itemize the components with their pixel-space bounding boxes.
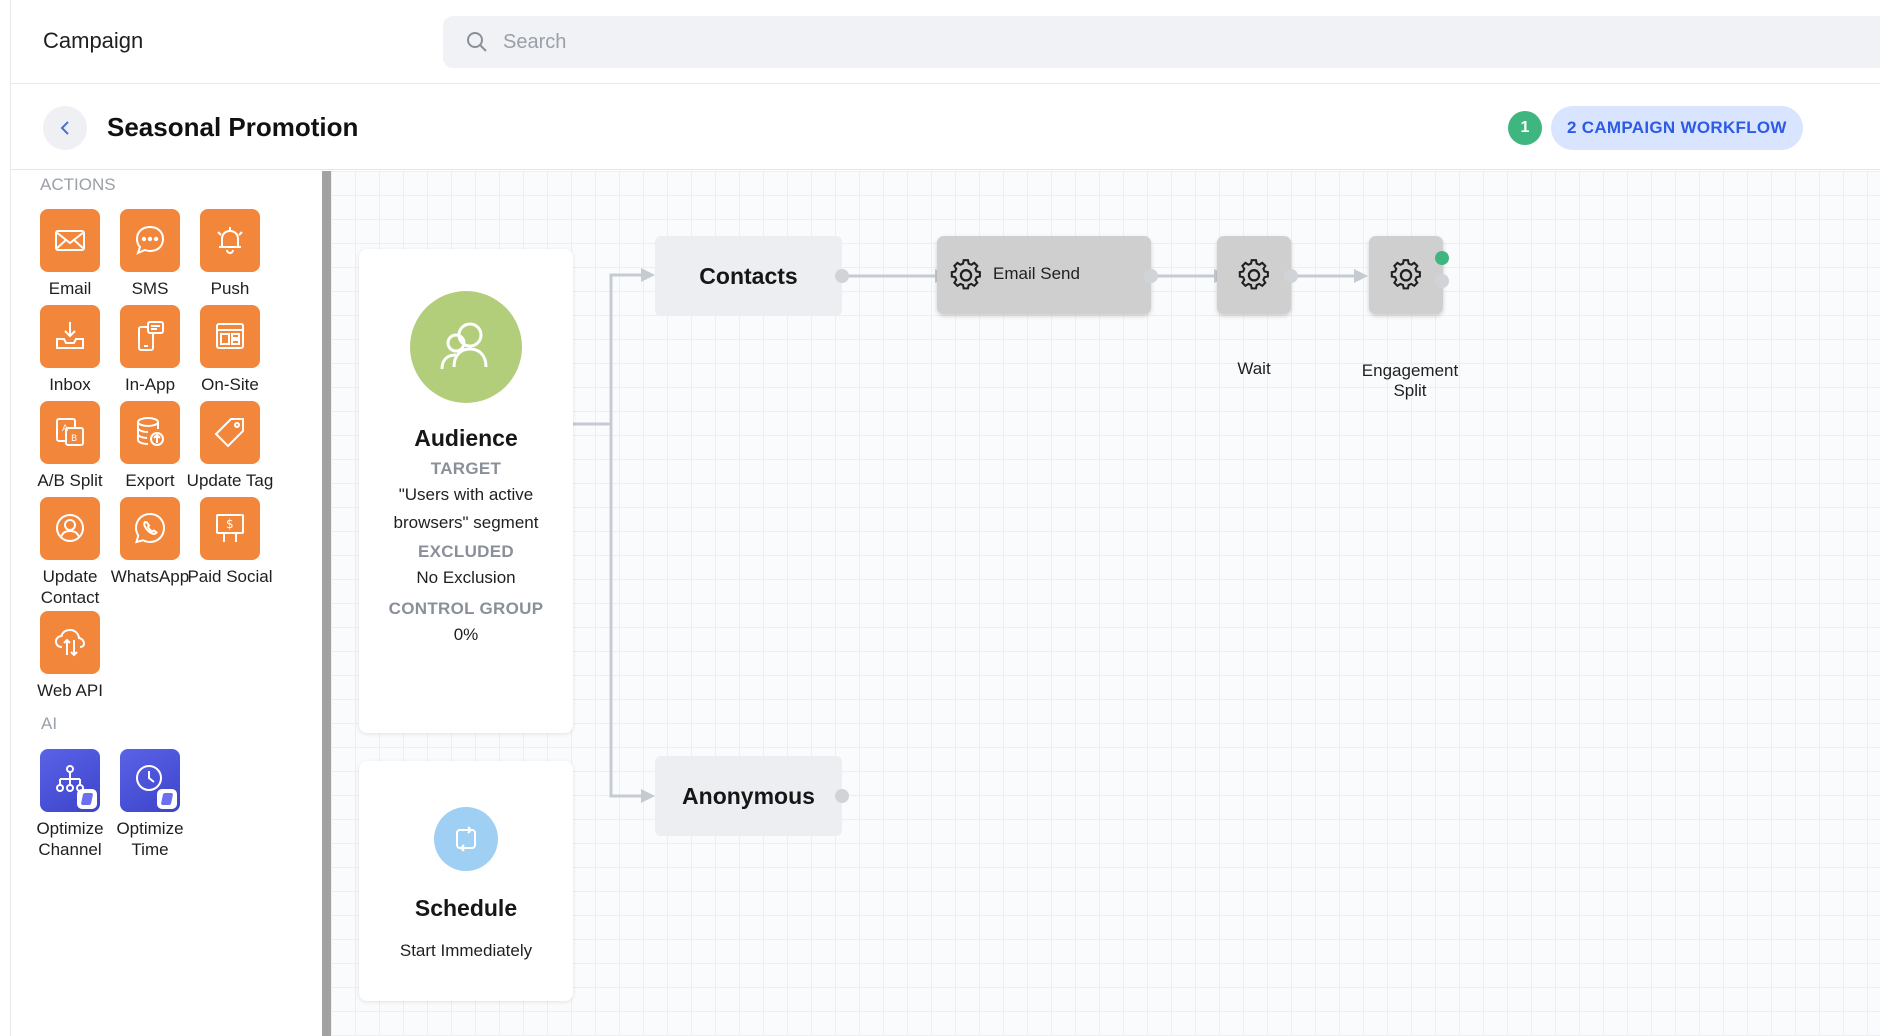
tag-icon bbox=[200, 401, 260, 464]
ai-sparkle-icon bbox=[157, 789, 177, 809]
ai-sparkle-icon bbox=[77, 789, 97, 809]
audience-users-icon bbox=[410, 291, 522, 403]
engagement-split-label: Engagement Split bbox=[1361, 361, 1459, 400]
sidebar-scrollbar[interactable] bbox=[322, 171, 331, 1036]
schedule-title: Schedule bbox=[414, 895, 518, 921]
email-send-label: Email Send bbox=[993, 264, 1080, 283]
workflow-canvas[interactable]: Audience TARGET "Users with active brows… bbox=[331, 171, 1880, 1036]
wait-output-port[interactable] bbox=[1284, 269, 1298, 283]
page-header: Seasonal Promotion 1 2 CAMPAIGN WORKFLOW bbox=[11, 85, 1880, 170]
action-on-site[interactable]: On-Site bbox=[182, 305, 278, 395]
anonymous-output-port[interactable] bbox=[835, 789, 849, 803]
email-send-node[interactable]: Email Send bbox=[937, 236, 1151, 314]
audience-card[interactable]: Audience TARGET "Users with active brows… bbox=[359, 249, 573, 733]
control-group-label: CONTROL GROUP bbox=[388, 599, 544, 618]
search-box[interactable] bbox=[443, 16, 1880, 68]
page-title: Seasonal Promotion bbox=[107, 112, 359, 142]
excluded-label: EXCLUDED bbox=[418, 542, 514, 561]
svg-text:B: B bbox=[71, 434, 77, 444]
clock-icon bbox=[120, 749, 180, 812]
top-bar: Campaign bbox=[11, 0, 1880, 84]
engagement-split-node[interactable] bbox=[1369, 236, 1443, 314]
search-input[interactable] bbox=[503, 16, 1403, 68]
step-badge: 1 bbox=[1508, 111, 1542, 145]
browser-layout-icon bbox=[200, 305, 260, 368]
action-label: Optimize Time bbox=[116, 819, 184, 859]
wait-label: Wait bbox=[1237, 359, 1271, 378]
target-label: TARGET bbox=[430, 459, 502, 478]
actions-sidebar: ACTIONS Email SMS Push Inbox In-App On-S… bbox=[11, 171, 323, 1036]
hierarchy-icon bbox=[40, 749, 100, 812]
bell-icon bbox=[200, 209, 260, 272]
billboard-dollar-icon: $ bbox=[200, 497, 260, 560]
action-label: Push bbox=[210, 279, 250, 298]
phone-message-icon bbox=[120, 305, 180, 368]
action-label: Web API bbox=[37, 681, 103, 700]
cloud-transfer-icon bbox=[40, 611, 100, 674]
actions-heading: ACTIONS bbox=[40, 175, 116, 194]
chat-bubble-icon bbox=[120, 209, 180, 272]
gear-icon bbox=[950, 259, 981, 290]
svg-text:A: A bbox=[62, 424, 69, 434]
excluded-value: No Exclusion bbox=[416, 568, 516, 587]
back-button[interactable] bbox=[43, 106, 87, 150]
action-web-api[interactable]: Web API bbox=[22, 611, 118, 701]
schedule-value: Start Immediately bbox=[399, 941, 533, 960]
email-send-output-port[interactable] bbox=[1144, 269, 1158, 283]
inbox-tray-icon bbox=[40, 305, 100, 368]
schedule-card[interactable]: Schedule Start Immediately bbox=[359, 761, 573, 1001]
chevron-left-icon bbox=[60, 121, 69, 135]
action-update-tag[interactable]: Update Tag bbox=[182, 401, 278, 491]
whatsapp-icon bbox=[120, 497, 180, 560]
action-paid-social[interactable]: $ Paid Social bbox=[182, 497, 278, 587]
engagement-no-port[interactable] bbox=[1435, 274, 1449, 288]
action-push[interactable]: Push bbox=[182, 209, 278, 299]
envelope-icon bbox=[40, 209, 100, 272]
svg-text:$: $ bbox=[226, 517, 234, 531]
app-title: Campaign bbox=[43, 28, 144, 53]
action-label: Paid Social bbox=[187, 567, 273, 586]
repeat-icon bbox=[434, 807, 498, 871]
wait-node[interactable] bbox=[1217, 236, 1291, 314]
search-icon bbox=[467, 32, 487, 52]
audience-title: Audience bbox=[414, 425, 518, 451]
target-value: "Users with active browsers" segment bbox=[393, 485, 539, 532]
gear-icon bbox=[1390, 259, 1421, 290]
contacts-branch[interactable]: Contacts bbox=[655, 236, 842, 316]
contacts-output-port[interactable] bbox=[835, 269, 849, 283]
gear-icon bbox=[1238, 259, 1269, 290]
user-circle-icon bbox=[40, 497, 100, 560]
ai-heading: AI bbox=[41, 714, 58, 733]
action-label: On-Site bbox=[201, 375, 259, 394]
app-root: Campaign Seasonal Promotion 1 2 CAMPAIGN… bbox=[0, 0, 1880, 1036]
campaign-workflow-step[interactable]: 2 CAMPAIGN WORKFLOW bbox=[1551, 106, 1803, 150]
database-export-icon bbox=[120, 401, 180, 464]
action-label: Update Tag bbox=[186, 471, 274, 490]
anonymous-branch[interactable]: Anonymous bbox=[655, 756, 842, 836]
engagement-yes-port[interactable] bbox=[1435, 251, 1449, 265]
ab-split-icon: AB bbox=[40, 401, 100, 464]
control-group-value: 0% bbox=[453, 625, 479, 644]
action-optimize-time[interactable]: Optimize Time bbox=[102, 749, 198, 860]
